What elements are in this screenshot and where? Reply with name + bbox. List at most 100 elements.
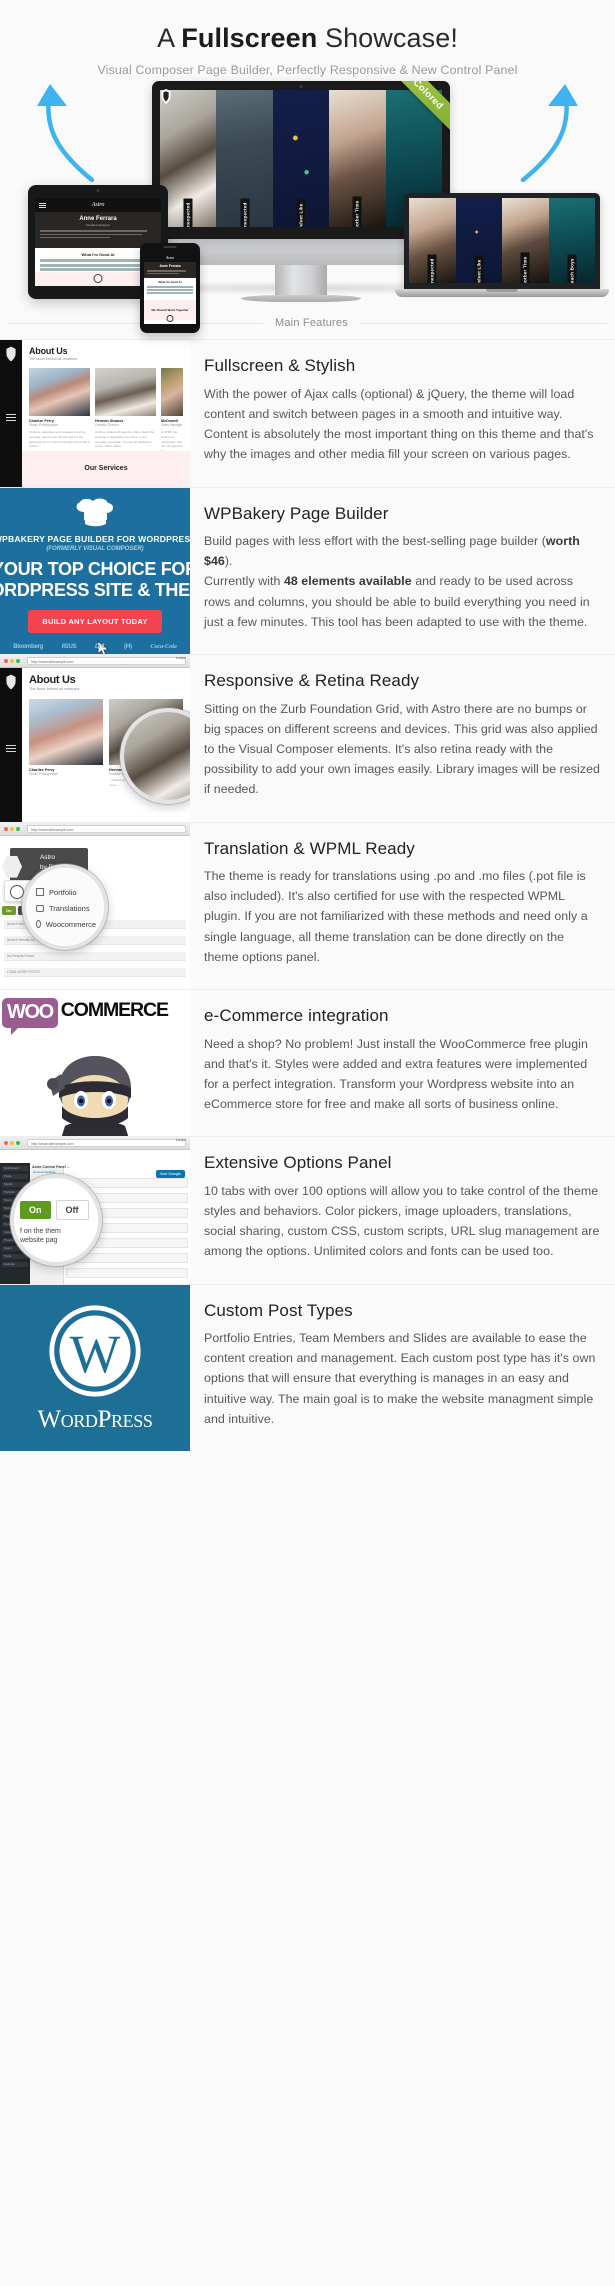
divider-line-right [359, 322, 607, 324]
woocommerce-icon [36, 920, 41, 929]
menu-item-label[interactable]: Translations [49, 904, 90, 913]
save-changes-button[interactable]: Save Changes [156, 1170, 185, 1179]
feature-title: Translation & WPML Ready [204, 838, 415, 858]
feature-title: e-Commerce integration [204, 1006, 389, 1026]
slide-label: Unexpected [183, 198, 193, 228]
svg-text:W: W [70, 1324, 121, 1384]
menu-item-label[interactable]: Woocommerce [46, 920, 96, 929]
option-field[interactable] [66, 1268, 188, 1279]
translations-icon [36, 904, 44, 912]
admin-nav-item[interactable]: Posts [2, 1174, 28, 1180]
slide-3: Velvet Like [272, 90, 330, 228]
feature-title: Extensive Options Panel [204, 1153, 392, 1173]
wp-ress: RESS [111, 1411, 153, 1432]
toggle-on-option[interactable]: On [20, 1201, 51, 1220]
feature-row-translation: http://www.sitexample.com Astro by Piren… [0, 821, 615, 990]
imac-stand-neck [275, 265, 327, 296]
laptop-slide-4: Beach Boys [548, 198, 595, 284]
vc-banner: WPBAKERY PAGE BUILDER FOR WORDPRESS (FOR… [0, 487, 190, 655]
maximize-icon[interactable] [16, 826, 20, 831]
astro-crest-icon [6, 346, 16, 362]
team-blurb: Chew on appetites and strategic violet b… [29, 430, 90, 449]
imac-camera-icon [299, 85, 303, 89]
close-icon[interactable] [4, 1141, 8, 1146]
address-bar[interactable]: http://www.sitexample.com [27, 1139, 186, 1148]
admin-nav-item[interactable]: Dashboard [2, 1166, 28, 1172]
browser-toolbar: http://www.sitexample.com Loupe [0, 655, 190, 669]
team-card[interactable]: Charlize Perry Studio Photographer Chew … [29, 368, 90, 460]
team-blurb: As they walked off together, Alice heard… [95, 430, 155, 449]
wordpress-panel: W WORDPRESS [0, 1284, 190, 1452]
vc-tagline-2: (FORMERLY VISUAL COMPOSER) [46, 545, 144, 552]
feature-media-woocommerce: WOO COMMERCE [0, 990, 190, 1137]
about-subheading: The faces behind all creations. [29, 357, 78, 362]
portfolio-icon [36, 888, 44, 897]
team-grid: Charlize Perry Studio Photographer Chew … [29, 368, 183, 461]
toggle-on-option[interactable]: On [2, 905, 16, 915]
menu-icon[interactable] [6, 413, 16, 422]
astro-sidebar [0, 340, 22, 487]
astro-crest-icon [6, 674, 16, 690]
iphone-mockup: Astro Anne Ferrara What I'm Good At We S… [140, 243, 200, 334]
iphone-cta: We Should Work Together [151, 308, 189, 313]
page-title: A Fullscreen Showcase! [0, 22, 615, 54]
services-band: Our Services [22, 450, 190, 487]
slide-label: Another Time [352, 196, 362, 228]
team-photo [161, 368, 183, 417]
admin-nav-item[interactable]: Settings [2, 1262, 28, 1268]
close-icon[interactable] [4, 826, 8, 831]
iphone-person-name: Anne Ferrara [159, 264, 181, 269]
team-card[interactable]: Herman Strauss Creative Director As they… [95, 368, 156, 460]
laptop-screen: Unexpected Velvet Like Another Time Beac… [404, 193, 600, 290]
vc-tagline-1: WPBAKERY PAGE BUILDER FOR WORDPRESS [0, 533, 190, 544]
maximize-icon[interactable] [16, 1141, 20, 1146]
option-row[interactable]: No Results Found [4, 951, 186, 961]
feature-text: Portfolio Entries, Team Members and Slid… [204, 1331, 596, 1426]
ipad-section-title: What I'm Good At [81, 252, 115, 258]
title-pre: A [157, 23, 182, 53]
feature-row-custom-post-types: W WORDPRESS Custom Post Types Portfolio … [0, 1283, 615, 1452]
address-bar[interactable]: http://www.sitexample.com [27, 657, 186, 666]
brand-logo: DHL [94, 643, 106, 650]
slide-label: Unexpected [427, 254, 437, 284]
close-icon[interactable] [4, 659, 8, 664]
laptop-slide-3: Another Time [502, 198, 549, 284]
minimize-icon[interactable] [10, 659, 14, 664]
minimize-icon[interactable] [10, 826, 14, 831]
feature-media-wpml: http://www.sitexample.com Astro by Piren… [0, 822, 190, 990]
wp-ord: ORD [60, 1411, 98, 1432]
brand-logo: (H) [124, 643, 132, 650]
address-bar[interactable]: http://www.sitexample.com [27, 824, 186, 833]
magnifier-loupe: Portfolio Translations Woocommerce [22, 863, 108, 950]
menu-item-label[interactable]: Portfolio [49, 888, 77, 897]
feature-text: Sitting on the Zurb Foundation Grid, wit… [204, 701, 600, 797]
wp-w: W [37, 1406, 62, 1434]
laptop-slides: Unexpected Velvet Like Another Time Beac… [409, 198, 595, 284]
minimize-icon[interactable] [10, 1141, 14, 1146]
team-photo [29, 699, 103, 766]
option-row[interactable]: LOAD MORE POSTS [4, 967, 186, 977]
laptop-notch [486, 289, 518, 293]
feature-media-browser: http://www.sitexample.com Loupe About Us [0, 655, 190, 822]
team-role: Studio Photographer [29, 423, 59, 428]
wpml-panel: Astro by Pirenko WPML Compatible On Off [0, 835, 190, 990]
toggle-off-option[interactable]: Off [55, 1200, 89, 1221]
maximize-icon[interactable] [16, 659, 20, 664]
build-any-layout-button[interactable]: BUILD ANY LAYOUT TODAY [28, 609, 162, 633]
browser-window: http://www.sitexample.com Loupe About Us [0, 655, 190, 822]
team-card[interactable]: McDowell Sales Manager In 1795, the rhyt… [161, 368, 183, 461]
feature-body: Extensive Options Panel 10 tabs with ove… [190, 1137, 615, 1283]
woo-badge: WOO [2, 998, 58, 1036]
feature-row-wpbakery: WPBAKERY PAGE BUILDER FOR WORDPRESS (FOR… [0, 486, 615, 655]
admin-nav-item[interactable]: Tools [2, 1254, 28, 1260]
slide-label: Velvet Like [296, 199, 306, 228]
divider-line-left [8, 322, 263, 324]
feature-body: WPBakery Page Builder Build pages with l… [190, 488, 615, 654]
feature-body: Custom Post Types Portfolio Entries, Tea… [190, 1285, 615, 1451]
brand-logo: Bloomberg [13, 643, 44, 650]
feature-body: e-Commerce integration Need a shop? No p… [190, 990, 615, 1136]
menu-icon[interactable] [6, 744, 16, 753]
landing-page: A Fullscreen Showcase! Visual Composer P… [0, 0, 615, 2286]
iphone-section-title: What I'm Good At [158, 280, 182, 285]
colored-ribbon-wrap: Colored [378, 81, 450, 153]
